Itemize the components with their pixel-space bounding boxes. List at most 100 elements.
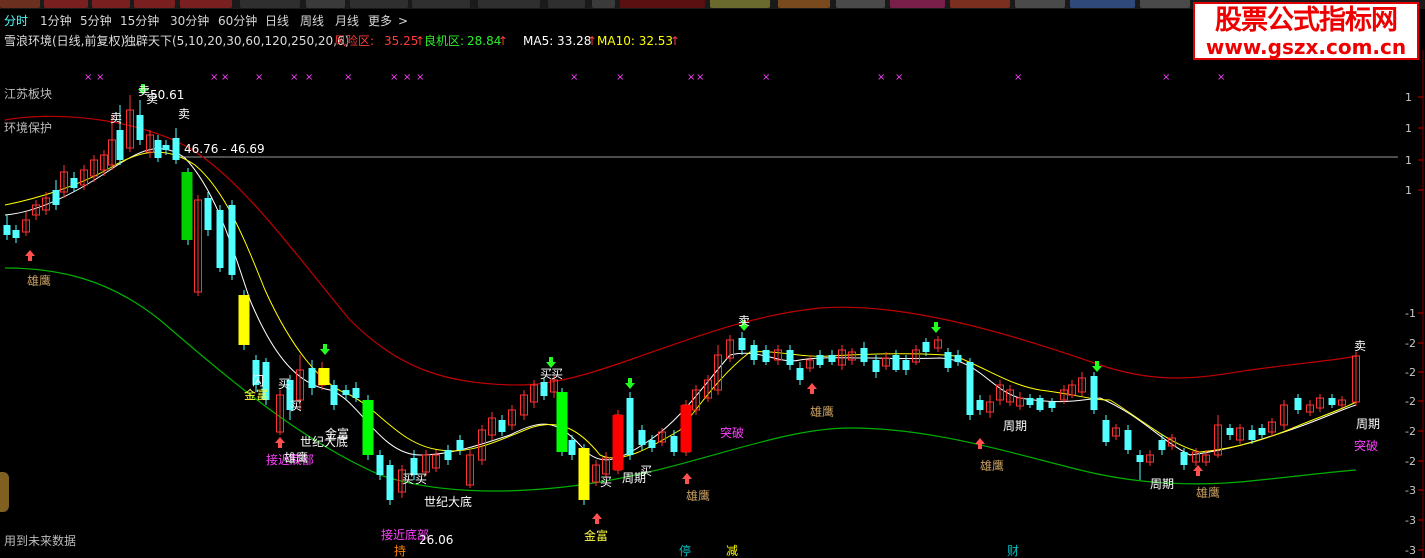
candle-body (498, 420, 506, 432)
signal-label-0: 雄鹰 (27, 273, 51, 288)
kline-chart[interactable]: 1111-1-2-2-2-2-2-3-3-3× × × × × × × × × × × × × × × × × ×… (0, 50, 1425, 558)
signal-tag: 买 (600, 475, 612, 489)
future-data-label: 用到未来数据 (4, 534, 77, 548)
y-tick-label: -2 (1405, 337, 1416, 350)
candle-body (1226, 428, 1234, 435)
signal-bar (612, 415, 624, 470)
y-tick-label: -3 (1405, 514, 1416, 527)
y-tick-label: -2 (1405, 455, 1416, 468)
signal-label-17: 减 (726, 544, 738, 558)
candle-body (786, 350, 794, 365)
signal-bar (238, 295, 250, 345)
x-marker: × (96, 72, 104, 83)
y-tick-label: -3 (1405, 484, 1416, 497)
y-tick-label: -2 (1405, 425, 1416, 438)
candle-body (1102, 420, 1110, 442)
period-tab-2[interactable]: 5分钟 (80, 10, 112, 32)
watermark-title: 股票公式指标网 (1215, 5, 1398, 36)
signal-tag: 周期 (1150, 477, 1174, 491)
signal-tag: 买 (415, 472, 427, 486)
signal-tag: 周期 (622, 471, 646, 485)
x-marker: × (687, 72, 695, 83)
x-marker: × (1162, 72, 1170, 83)
y-tick-label: -3 (1405, 544, 1416, 557)
signal-label-6: 金富 (584, 528, 608, 543)
period-tab-6[interactable]: 日线 (265, 10, 289, 32)
candle-body (444, 450, 452, 460)
up-arrow-icon (682, 473, 692, 484)
candle-body (638, 430, 646, 445)
candle-body (626, 398, 634, 455)
candle-body (1158, 440, 1166, 450)
candle-body (762, 350, 770, 362)
range-label: 46.76 - 46.69 (184, 142, 265, 156)
period-tab-9[interactable]: 更多 (368, 10, 392, 32)
more-chevron-icon[interactable]: > (398, 10, 408, 32)
candle-body (116, 130, 124, 160)
signal-bar (181, 172, 193, 240)
signal-label-8: 雄鹰 (686, 488, 710, 503)
candle-body (750, 345, 758, 360)
low-price-label: 26.06 (419, 533, 454, 547)
signal-label-9: 雄鹰 (810, 404, 834, 419)
signal-tag: 周期 (1356, 417, 1380, 431)
down-arrow-icon (931, 322, 941, 333)
x-marker: × (403, 72, 411, 83)
candle-body (70, 178, 78, 188)
candle-body (568, 440, 576, 455)
high-price-label: 50.61 (150, 88, 185, 102)
candle-body (12, 230, 20, 238)
period-tab-1[interactable]: 1分钟 (40, 10, 72, 32)
period-tab-5[interactable]: 60分钟 (218, 10, 257, 32)
candle-body (648, 440, 656, 448)
candle-body (922, 342, 930, 352)
watermark-url: www.gszx.com.cn (1205, 35, 1407, 59)
signal-label-12: 雄鹰 (1196, 485, 1220, 500)
ma5-readout: MA5: 33.28 (523, 34, 592, 48)
signal-label-16: 停 (679, 543, 691, 558)
candle-body (1026, 398, 1034, 405)
period-tab-4[interactable]: 30分钟 (170, 10, 209, 32)
signal-label-5: 世纪大底 (424, 494, 472, 509)
signal-tag: 雄鹰 (284, 450, 308, 465)
candle-body (1294, 398, 1302, 410)
collapse-handle[interactable] (0, 472, 9, 512)
signal-tag: 卖 (178, 107, 190, 121)
period-tab-7[interactable]: 周线 (300, 10, 324, 32)
x-marker: × (305, 72, 313, 83)
period-tab-0[interactable]: 分时 (4, 10, 28, 32)
signal-tag: 金富 (325, 426, 349, 441)
indicator-info-bar: 雪浪环境(日线,前复权) 独辟天下(5,10,20,30,60,120,250,… (0, 32, 1190, 50)
candle-body (330, 385, 338, 405)
chance-label: 良机区: (424, 34, 465, 48)
candle-body (902, 360, 910, 370)
signal-label-15: 持 (394, 543, 406, 558)
x-marker: × (1217, 72, 1225, 83)
candle-body (540, 382, 548, 396)
up-arrow-icon (275, 437, 285, 448)
y-tick-label: 1 (1405, 154, 1412, 167)
signal-tag: 买 (551, 367, 563, 381)
candle-body (162, 145, 170, 150)
candle-body (860, 348, 868, 362)
x-marker: × (390, 72, 398, 83)
period-tab-3[interactable]: 15分钟 (120, 10, 159, 32)
ma10-readout: MA10: 32.53 (597, 34, 674, 48)
period-toolbar: 分时 1分钟 5分钟 15分钟 30分钟 60分钟 日线 周线 月线 更多 > (0, 10, 1190, 32)
signal-label-18: 财 (1007, 544, 1019, 558)
x-marker: × (255, 72, 263, 83)
signal-bar (578, 448, 590, 500)
down-arrow-icon (625, 378, 635, 389)
period-tab-8[interactable]: 月线 (335, 10, 359, 32)
candle-body (828, 355, 836, 362)
candle-body (1090, 376, 1098, 410)
risk-value: 35.25 (384, 34, 419, 48)
candle-body (342, 390, 350, 395)
candle-body (1048, 402, 1056, 408)
signal-label-10: 雄鹰 (980, 458, 1004, 473)
ma5-arrow-icon: ↑ (587, 34, 598, 48)
y-tick-label: 1 (1405, 91, 1412, 104)
candle-body (1248, 430, 1256, 440)
candle-body (1036, 398, 1044, 410)
env-label: 环境保护 (4, 121, 53, 135)
